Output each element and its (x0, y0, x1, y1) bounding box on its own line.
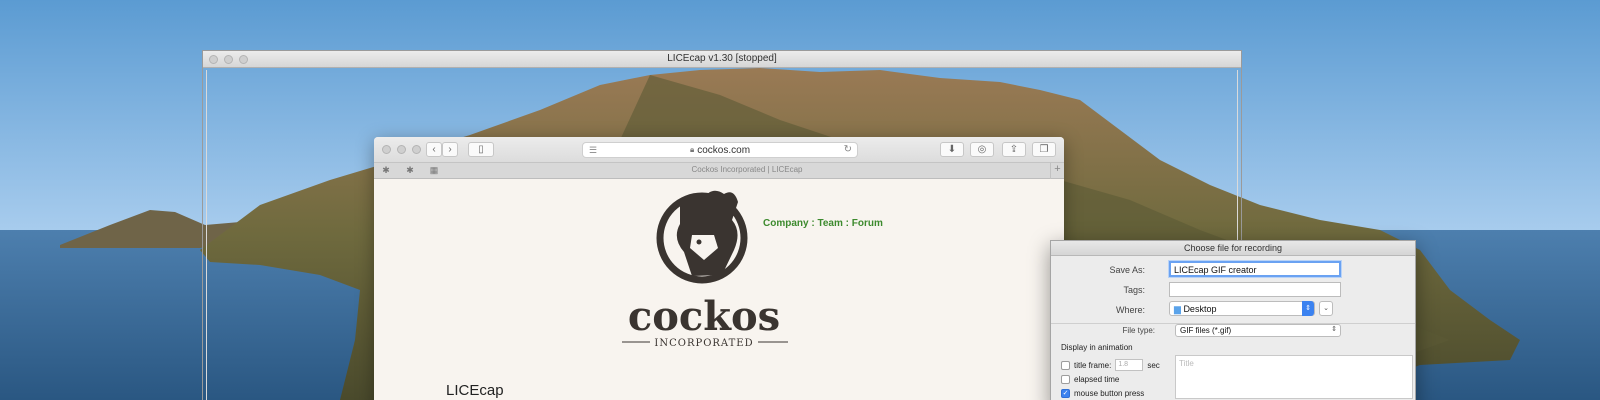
chevron-down-icon: ⌄ (1323, 305, 1329, 312)
save-as-label: Save As: (1109, 265, 1145, 275)
page-heading: LICEcap (446, 382, 504, 399)
pinned-tab-icon[interactable]: ▦ (428, 165, 440, 176)
save-dialog[interactable]: Choose file for recording Save As: LICEc… (1050, 240, 1416, 400)
tab-bar: ✱ ✱ ▦ Cockos Incorporated | LICEcap + (374, 163, 1064, 179)
title-frame-checkbox[interactable] (1061, 360, 1070, 370)
address-bar[interactable]: ☰ 🔒︎ cockos.com ↻ (582, 142, 858, 158)
elapsed-time-row: elapsed time (1061, 375, 1119, 384)
nav-link-company[interactable]: Company (763, 218, 809, 229)
site-nav: Company : Team : Forum (763, 218, 883, 229)
sidebar-toggle-button[interactable]: ▯ (468, 142, 494, 157)
share-button[interactable]: ⇪ (1002, 142, 1026, 157)
new-tab-button[interactable]: + (1050, 163, 1064, 179)
title-frame-unit: sec (1147, 360, 1160, 370)
back-button[interactable]: ‹ (426, 142, 442, 157)
browser-window-controls (382, 145, 421, 154)
title-text-area[interactable]: Title (1175, 355, 1413, 399)
file-type-value: GIF files (*.gif) (1180, 326, 1232, 335)
browser-minimize-button[interactable] (397, 145, 406, 154)
folder-icon: ▆ (1174, 304, 1181, 314)
browser-close-button[interactable] (382, 145, 391, 154)
active-tab[interactable]: Cockos Incorporated | LICEcap (446, 165, 1048, 174)
mouse-button-checkbox[interactable]: ✓ (1061, 389, 1070, 398)
forward-button[interactable]: › (442, 142, 458, 157)
logo-subtext: INCORPORATED (654, 338, 753, 349)
title-frame-row: title frame: 1.8 sec (1061, 359, 1160, 371)
browser-zoom-button[interactable] (412, 145, 421, 154)
web-page: cockos INCORPORATED Company : Team : For… (374, 180, 1064, 400)
reader-icon[interactable]: ☰ (589, 145, 597, 156)
where-label: Where: (1115, 305, 1145, 315)
expand-dialog-button[interactable]: ⌄ (1319, 301, 1333, 316)
title-frame-duration-input[interactable]: 1.8 (1115, 359, 1144, 371)
nav-link-forum[interactable]: Forum (852, 218, 883, 229)
pinned-tab-icon[interactable]: ✱ (404, 165, 416, 176)
chevron-updown-icon: ⇕ (1331, 326, 1337, 333)
tags-field[interactable] (1169, 282, 1341, 297)
browser-toolbar: ‹ › ▯ ☰ 🔒︎ cockos.com ↻ ⬇ ◎ ⇪ ❐ (374, 137, 1064, 163)
elapsed-time-label: elapsed time (1074, 375, 1120, 384)
rooster-icon: cockos INCORPORATED (622, 190, 788, 349)
lock-icon: 🔒︎ (689, 145, 695, 154)
pinned-tab-icon[interactable]: ✱ (380, 165, 392, 176)
mouse-button-row: ✓ mouse button press (1061, 389, 1144, 398)
extension-button[interactable]: ◎ (970, 142, 994, 157)
title-frame-label: title frame: (1074, 360, 1112, 370)
reload-icon[interactable]: ↻ (844, 144, 852, 155)
file-type-popup[interactable]: GIF files (*.gif) ⇕ (1175, 324, 1341, 337)
logo-wordmark: cockos (628, 293, 780, 340)
nav-separator: : (842, 218, 852, 229)
downloads-button[interactable]: ⬇ (940, 142, 964, 157)
cockos-logo[interactable]: cockos INCORPORATED (622, 180, 802, 360)
dialog-title: Choose file for recording (1051, 241, 1415, 256)
elapsed-time-checkbox[interactable] (1061, 375, 1070, 384)
file-type-label: File type: (1122, 326, 1155, 335)
where-value: Desktop (1183, 304, 1217, 314)
licecap-titlebar[interactable]: LICEcap v1.30 [stopped] (203, 51, 1241, 68)
url-text: cockos.com (697, 144, 751, 156)
where-popup[interactable]: ▆ Desktop ⇕ (1169, 301, 1315, 316)
chevron-updown-icon: ⇕ (1302, 301, 1314, 316)
tabs-overview-button[interactable]: ❐ (1032, 142, 1056, 157)
nav-link-team[interactable]: Team (817, 218, 842, 229)
tags-label: Tags: (1123, 285, 1145, 295)
save-as-field[interactable]: LICEcap GIF creator (1169, 261, 1341, 277)
browser-window[interactable]: ‹ › ▯ ☰ 🔒︎ cockos.com ↻ ⬇ ◎ ⇪ ❐ ✱ ✱ ▦ Co… (374, 137, 1064, 400)
licecap-title: LICEcap v1.30 [stopped] (667, 53, 777, 64)
mouse-button-label: mouse button press (1074, 389, 1145, 398)
display-section-label: Display in animation (1061, 343, 1133, 352)
